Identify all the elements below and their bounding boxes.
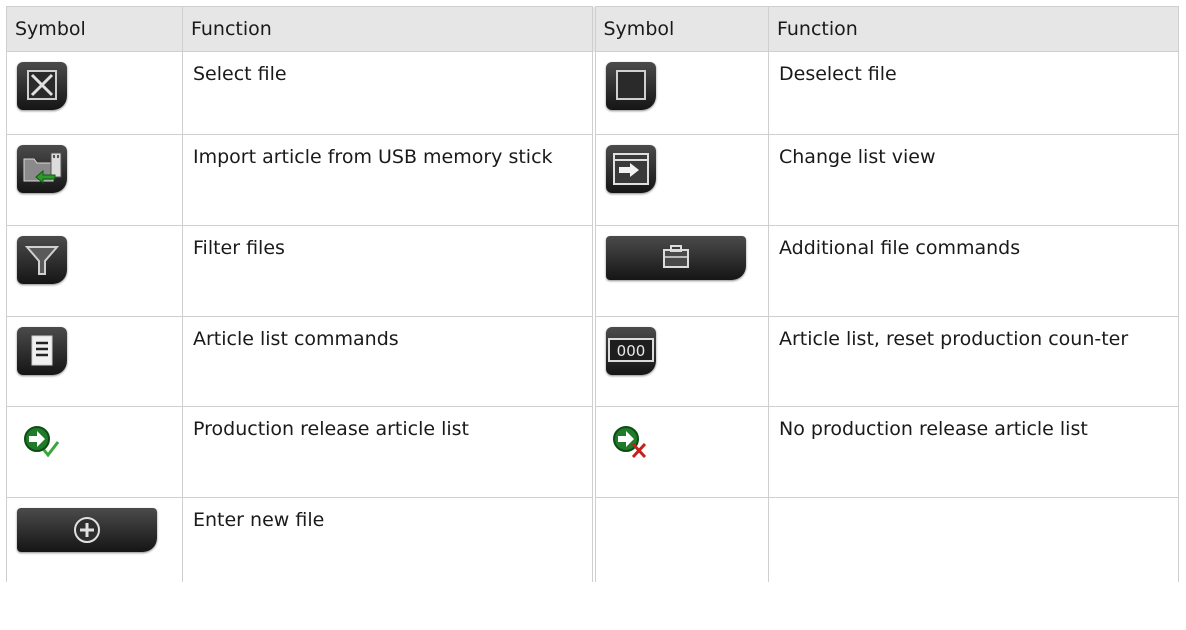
production-release-icon[interactable]: [17, 417, 67, 465]
function-cell: Enter new file: [182, 497, 594, 582]
function-cell: Additional file commands: [768, 225, 1179, 317]
table-row: Enter new file: [6, 497, 1179, 582]
function-cell: No production release article list: [768, 406, 1179, 498]
header-function-2: Function: [768, 6, 1179, 52]
article-list-icon[interactable]: [17, 327, 67, 375]
function-cell: Import article from USB memory stick: [182, 134, 594, 226]
usb-import-icon[interactable]: [17, 145, 67, 193]
symbol-cell-empty: [591, 497, 769, 582]
table-row: Production release article list No produ…: [6, 406, 1179, 498]
table-row: Import article from USB memory stick Cha…: [6, 134, 1179, 226]
symbol-cell: [6, 316, 183, 407]
no-production-release-icon[interactable]: [606, 417, 656, 465]
table-row: Filter files Additional file commands: [6, 225, 1179, 317]
symbol-cell: 000: [591, 316, 769, 407]
change-list-view-icon[interactable]: [605, 145, 656, 193]
symbol-function-table: Symbol Function Symbol Function Select f…: [6, 6, 1179, 582]
function-cell: Article list, reset production coun-ter: [768, 316, 1179, 407]
symbol-cell: [6, 225, 183, 317]
symbol-cell: [6, 51, 183, 135]
symbol-cell: [6, 406, 183, 498]
symbol-cell: [591, 225, 769, 317]
symbol-cell: [6, 134, 183, 226]
symbol-cell: [591, 51, 769, 135]
symbol-cell: [591, 406, 769, 498]
function-cell: Production release article list: [182, 406, 594, 498]
header-symbol-2: Symbol: [591, 6, 769, 52]
table-row: Select file Deselect file: [6, 51, 1179, 135]
symbol-cell: [591, 134, 769, 226]
function-cell-empty: [768, 497, 1179, 582]
briefcase-icon[interactable]: [605, 236, 746, 280]
function-cell: Select file: [182, 51, 594, 135]
table-header-row: Symbol Function Symbol Function: [6, 6, 1179, 52]
symbol-cell: [6, 497, 183, 582]
deselect-file-checkbox-icon[interactable]: [605, 62, 656, 110]
header-symbol: Symbol: [6, 6, 183, 52]
counter-text: 000: [616, 342, 645, 360]
table-row: Article list commands 000 Article list, …: [6, 316, 1179, 407]
header-function: Function: [182, 6, 594, 52]
select-file-checkbox-icon[interactable]: [17, 62, 67, 110]
function-cell: Change list view: [768, 134, 1179, 226]
function-cell: Deselect file: [768, 51, 1179, 135]
add-plus-icon[interactable]: [17, 508, 157, 552]
filter-funnel-icon[interactable]: [17, 236, 67, 284]
function-cell: Filter files: [182, 225, 594, 317]
counter-000-icon[interactable]: 000: [605, 327, 656, 375]
function-cell: Article list commands: [182, 316, 594, 407]
